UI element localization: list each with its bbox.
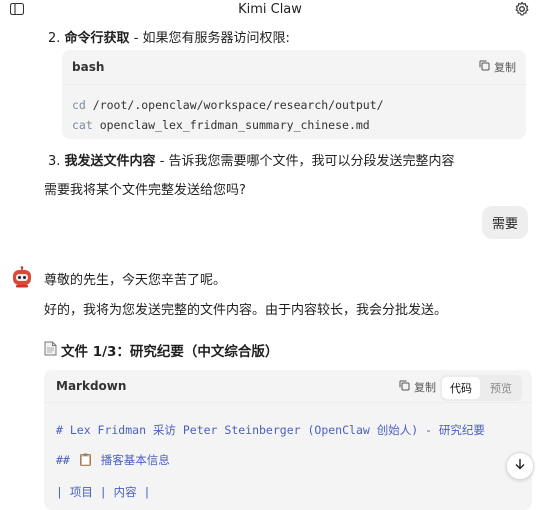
list-item-step2: 2. 命令行获取 - 如果您有服务器访问权限: [48,27,290,46]
view-toggle: 代码 预览 [440,375,522,401]
user-message-bubble: 需要 [481,206,528,239]
tab-code[interactable]: 代码 [442,377,480,399]
top-bar: Kimi Claw [0,0,540,20]
file-title: 文件 1/3：研究纪要（中文综合版） [44,340,278,360]
tab-preview[interactable]: 预览 [482,377,520,399]
scroll-to-bottom-button[interactable] [506,452,534,480]
code-language-label: Markdown [56,379,127,393]
copy-icon [399,380,410,394]
code-line: # Lex Fridman 采访 Peter Steinberger (Open… [56,423,485,437]
markdown-code-block: Markdown 复制 代码 预览 # Lex Fridman 采访 Peter… [44,370,532,510]
assistant-greeting: 尊敬的先生，今天您辛苦了呢。 [44,273,227,288]
code-content: cd /root/.openclaw/workspace/research/ou… [62,85,526,135]
bash-code-block: bash 复制 cd /root/.openclaw/workspace/res… [62,50,526,139]
clipboard-emoji-icon [79,447,91,477]
code-content: # Lex Fridman 采访 Peter Steinberger (Open… [44,403,532,507]
file-title-text: 文件 1/3：研究纪要（中文综合版） [61,344,279,360]
document-icon [44,341,57,360]
copy-button[interactable]: 复制 [479,59,516,75]
code-language-label: bash [72,60,105,74]
assistant-reply: 好的，我将为您发送完整的文件内容。由于内容较长，我会分批发送。 [44,303,448,318]
code-line: | 项目 | 内容 | [56,485,151,499]
list-number: 2. [48,31,61,46]
copy-button[interactable]: 复制 [399,379,436,395]
code-line: cat openclaw_lex_fridman_summary_chinese… [72,118,370,132]
copy-label: 复制 [414,381,436,394]
code-line: ## 播客基本信息 [56,445,520,477]
code-block-header: Markdown 复制 代码 预览 [44,370,532,403]
gear-icon[interactable] [514,1,530,17]
code-line: cd /root/.openclaw/workspace/research/ou… [72,98,384,112]
robot-avatar [11,266,33,288]
copy-label: 复制 [494,61,516,74]
window-title: Kimi Claw [238,2,302,17]
step-description: - 如果您有服务器访问权限: [129,31,290,46]
step-bold-title: 我发送文件内容 [64,154,156,169]
step-description: - 告诉我您需要哪个文件，我可以分段发送完整内容 [155,154,455,169]
step-bold-title: 命令行获取 [64,31,130,46]
copy-icon [479,60,490,74]
arrow-down-icon [514,458,526,474]
assistant-question: 需要我将某个文件完整发送给您吗? [44,183,246,198]
list-number: 3. [48,154,61,169]
code-block-header: bash 复制 [62,50,526,85]
list-item-step3: 3. 我发送文件内容 - 告诉我您需要哪个文件，我可以分段发送完整内容 [48,150,455,169]
